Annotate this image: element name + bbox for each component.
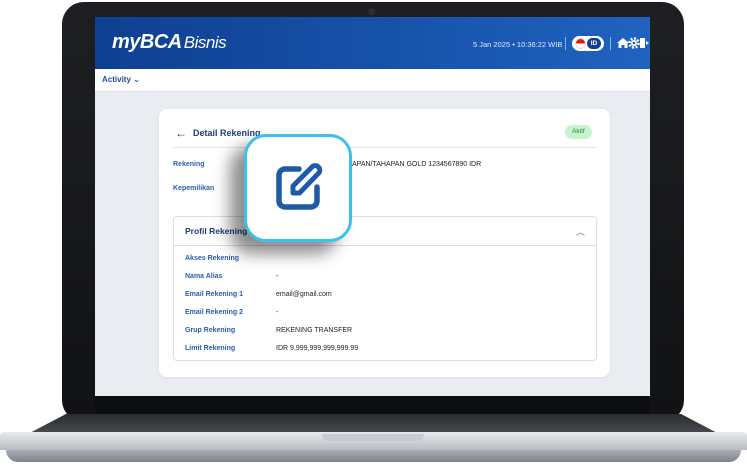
language-toggle[interactable]: ID [572, 36, 604, 51]
field-label-rekening: Rekening [173, 161, 205, 168]
activity-label: Activity [102, 75, 131, 84]
profil-rekening-panel: Profil Rekening ︿ Akses Rekening Nama Al… [173, 216, 597, 361]
logo-main: myBCA [112, 31, 182, 53]
brand-logo[interactable]: myBCA Bisnis [112, 31, 227, 54]
logo-sub: Bisnis [183, 33, 227, 52]
status-badge: Aktif [565, 125, 592, 139]
field-label-grup-rekening: Grup Rekening [185, 327, 236, 334]
profil-rekening-title: Profil Rekening [185, 226, 248, 236]
edit-icon [276, 163, 323, 210]
field-value-nama-alias: - [276, 273, 279, 280]
field-value-limit-rekening: IDR 9,999,999,999,999.99 [276, 345, 359, 352]
laptop-base [0, 412, 747, 466]
field-label-email-1: Email Rekening 1 [185, 291, 243, 298]
activity-menu[interactable]: Activity ⌄ [102, 75, 140, 84]
field-label-nama-alias: Nama Alias [185, 273, 223, 280]
page-title: Detail Rekening [193, 128, 261, 138]
field-label-email-2: Email Rekening 2 [185, 309, 243, 316]
camera [368, 8, 375, 15]
logout-icon[interactable] [636, 35, 650, 51]
detail-rekening-card: ← Detail Rekening Aktif Rekening APAN/TA… [159, 109, 610, 377]
trackpad-notch [322, 434, 424, 441]
sub-navigation: Activity ⌄ [95, 69, 650, 92]
field-value-email-2: - [276, 309, 279, 316]
field-label-limit-rekening: Limit Rekening [185, 345, 236, 352]
header-datetime: 5 Jan 2025 • 10:36:22 WIB [473, 40, 563, 49]
field-label-akses-rekening: Akses Rekening [185, 255, 240, 262]
laptop-bottom [6, 450, 741, 462]
language-code: ID [587, 38, 601, 49]
header-divider [565, 37, 566, 50]
chevron-up-icon[interactable]: ︿ [576, 225, 585, 238]
edit-highlight[interactable] [244, 134, 352, 242]
back-arrow-icon[interactable]: ← [175, 126, 187, 140]
flag-icon [575, 38, 586, 49]
chevron-down-icon: ⌄ [133, 75, 140, 84]
field-value-email-1: email@gmail.com [276, 291, 332, 298]
field-value-rekening: APAN/TAHAPAN GOLD 1234567890 IDR [352, 161, 482, 168]
app-header: myBCA Bisnis 5 Jan 2025 • 10:36:22 WIB ID [95, 17, 650, 69]
field-value-grup-rekening: REKENING TRANSFER [276, 327, 353, 334]
divider [173, 147, 597, 148]
app-screen: myBCA Bisnis 5 Jan 2025 • 10:36:22 WIB ID… [95, 17, 650, 396]
field-label-kepemilikan: Kepemilikan [173, 185, 215, 192]
header-divider [610, 37, 611, 50]
profil-rekening-header[interactable]: Profil Rekening ︿ [174, 217, 596, 246]
